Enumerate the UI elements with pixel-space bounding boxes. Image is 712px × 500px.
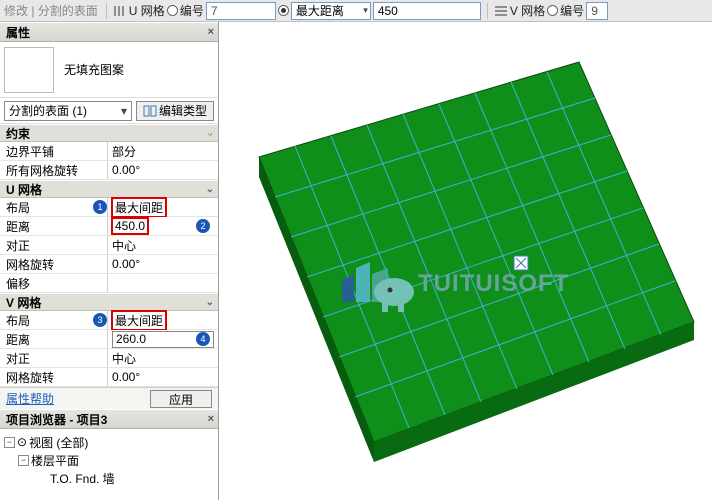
u-distance-label: 距离 — [0, 217, 108, 235]
u-num-input[interactable] — [206, 2, 276, 20]
num-label-v: 编号 — [560, 2, 584, 19]
u-grid-icon — [113, 4, 127, 18]
project-browser-tree[interactable]: −⊙ 视图 (全部) − 楼层平面 T.O. Fnd. 墙 — [0, 429, 218, 500]
properties-panel-title: 属性 × — [0, 22, 218, 42]
type-selector-dropdown[interactable]: 分割的表面 (1) — [4, 101, 132, 121]
edit-type-button[interactable]: 编辑类型 — [136, 101, 214, 121]
tree-expand-icon[interactable]: − — [4, 437, 15, 448]
u-layout-label: 布局 — [0, 198, 108, 216]
v-num-input[interactable] — [586, 2, 608, 20]
section-constraints[interactable]: 约束⌄⌄ — [0, 124, 218, 142]
section-v-grid[interactable]: V 网格⌄ — [0, 293, 218, 311]
border-tile-label: 边界平铺 — [0, 142, 108, 160]
properties-title-text: 属性 — [6, 24, 30, 41]
u-offset-value[interactable] — [108, 274, 218, 292]
u-layout-value[interactable]: 最大间距 — [108, 198, 218, 216]
properties-help-link[interactable]: 属性帮助 — [6, 390, 54, 407]
all-rotation-value[interactable]: 0.00° — [108, 161, 218, 179]
v-rotation-value[interactable]: 0.00° — [108, 368, 218, 386]
u-grid-label: U 网格 — [129, 2, 165, 19]
left-panel: 属性 × 无填充图案 分割的表面 (1) 编辑类型 约束⌄⌄ 边界平铺部分 所有… — [0, 22, 219, 500]
u-rotation-label: 网格旋转 — [0, 255, 108, 273]
annotation-badge-4: 4 — [196, 332, 210, 346]
options-bar: 修改 | 分割的表面 U 网格 编号 最大距离 V 网格 编号 — [0, 0, 712, 22]
apply-button[interactable]: 应用 — [150, 390, 212, 408]
project-browser-text: 项目浏览器 - 项目3 — [6, 411, 107, 428]
u-dist-input[interactable] — [373, 2, 481, 20]
u-offset-label: 偏移 — [0, 274, 108, 292]
v-layout-label: 布局 — [0, 311, 108, 329]
pattern-thumbnail[interactable] — [4, 47, 54, 93]
annotation-badge-3: 3 — [93, 313, 107, 327]
v-grid-label: V 网格 — [510, 2, 545, 19]
v-grid-icon — [494, 4, 508, 18]
tree-floor-plan[interactable]: 楼层平面 — [31, 452, 79, 469]
edit-type-icon — [143, 104, 157, 118]
project-browser-title: 项目浏览器 - 项目3 × — [0, 409, 218, 429]
v-num-radio[interactable] — [547, 5, 558, 16]
u-align-label: 对正 — [0, 236, 108, 254]
tree-views[interactable]: 视图 (全部) — [29, 434, 88, 451]
border-tile-value[interactable]: 部分 — [108, 142, 218, 160]
pattern-name: 无填充图案 — [64, 61, 124, 78]
close-icon[interactable]: × — [208, 26, 214, 38]
type-preview-row: 无填充图案 — [0, 42, 218, 98]
section-u-grid[interactable]: U 网格⌄ — [0, 180, 218, 198]
all-rotation-label: 所有网格旋转 — [0, 161, 108, 179]
v-rotation-label: 网格旋转 — [0, 368, 108, 386]
num-label-u: 编号 — [180, 2, 204, 19]
annotation-badge-2: 2 — [196, 219, 210, 233]
tree-expand-icon[interactable]: − — [18, 455, 29, 466]
v-align-value[interactable]: 中心 — [108, 349, 218, 367]
u-dist-dropdown[interactable]: 最大距离 — [291, 2, 371, 20]
v-layout-value[interactable]: 最大间距 — [108, 311, 218, 329]
modify-label: 修改 | 分割的表面 — [4, 2, 98, 19]
3d-viewport[interactable]: TUITUISOFT — [219, 22, 712, 500]
edit-type-label: 编辑类型 — [159, 102, 207, 119]
u-num-radio[interactable] — [167, 5, 178, 16]
divided-surface-model — [219, 22, 712, 500]
tree-circle-icon: ⊙ — [17, 435, 27, 449]
u-align-value[interactable]: 中心 — [108, 236, 218, 254]
u-rotation-value[interactable]: 0.00° — [108, 255, 218, 273]
close-icon[interactable]: × — [208, 413, 214, 425]
v-distance-label: 距离 — [0, 330, 108, 348]
tree-tofnd[interactable]: T.O. Fnd. 墙 — [50, 470, 115, 487]
u-dist-radio[interactable] — [278, 5, 289, 16]
annotation-badge-1: 1 — [93, 200, 107, 214]
v-align-label: 对正 — [0, 349, 108, 367]
